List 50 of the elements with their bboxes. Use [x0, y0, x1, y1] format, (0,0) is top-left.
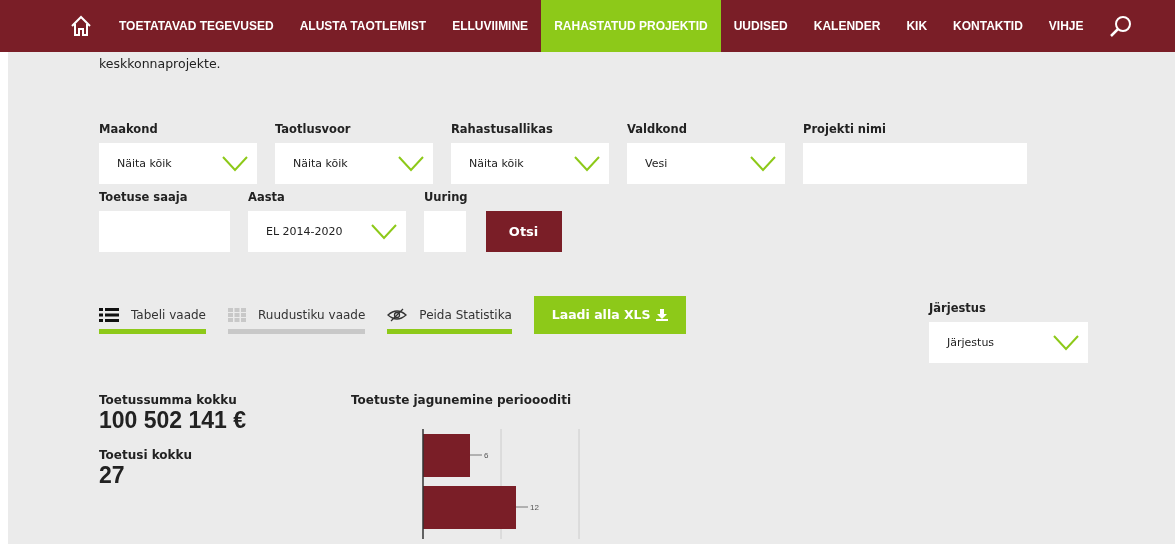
stat-label: Toetusi kokku: [99, 448, 194, 462]
stat-value: 100 502 141 €: [99, 407, 248, 434]
nav-item[interactable]: KALENDER: [800, 0, 894, 52]
chevron-down-icon: [574, 155, 600, 172]
field-label: Järjestus: [929, 301, 987, 315]
field-label: Rahastusallikas: [451, 122, 554, 136]
search-icon[interactable]: [1108, 14, 1133, 38]
leader-line: [515, 506, 529, 508]
field-label: Projekti nimi: [803, 122, 887, 136]
chevron-down-icon: [750, 155, 776, 172]
leader-line: [469, 454, 483, 456]
stat-label: Toetussumma kokku: [99, 393, 238, 407]
nav-item[interactable]: UUDISED: [720, 0, 801, 52]
view-tab[interactable]: Ruudustiku vaade: [228, 300, 366, 334]
select-field[interactable]: Näita kõik: [275, 143, 433, 184]
field-label: Maakond: [99, 122, 159, 136]
download-icon: [655, 308, 668, 321]
chevron-down-icon: [371, 223, 397, 240]
chevron-down-icon: [398, 155, 424, 172]
grid-icon: [228, 308, 246, 322]
view-tab[interactable]: Tabeli vaade: [99, 300, 206, 334]
intro-text: keskkonnaprojekte.: [99, 55, 222, 73]
nav-item[interactable]: KIK: [893, 0, 941, 52]
search-button[interactable]: Otsi: [485, 211, 562, 252]
chevron-down-icon: [222, 155, 248, 172]
hidden-eye-icon: [387, 308, 408, 322]
nav-item[interactable]: VIHJE: [1035, 0, 1097, 52]
select-field[interactable]: Näita kõik: [451, 143, 609, 184]
nav-item[interactable]: ELLUVIIMINE: [439, 0, 542, 52]
chart-bar: [423, 434, 470, 477]
select-field[interactable]: Näita kõik: [99, 143, 257, 184]
data-label: 6: [484, 451, 489, 460]
home-icon[interactable]: [70, 15, 92, 37]
data-label: 12: [530, 503, 539, 512]
nav-item[interactable]: TOETATAVAD TEGEVUSED: [106, 0, 287, 52]
nav-item[interactable]: KONTAKTID: [940, 0, 1036, 52]
field-label: Uuring: [424, 190, 468, 204]
field-label: Valdkond: [627, 122, 688, 136]
field-label: Taotlusvoor: [275, 122, 352, 136]
stat-value: 27: [99, 462, 126, 489]
sort-select[interactable]: Järjestus: [929, 322, 1088, 363]
nav-item[interactable]: ALUSTA TAOTLEMIST: [286, 0, 440, 52]
chart-title: Toetuste jagunemine perioooditi: [351, 393, 572, 407]
stats-toggle[interactable]: Peida Statistika: [387, 300, 512, 334]
list-icon: [99, 308, 119, 322]
select-field[interactable]: EL 2014-2020: [248, 211, 406, 252]
chevron-down-icon: [1053, 334, 1079, 351]
field-label: Aasta: [248, 190, 286, 204]
select-field[interactable]: Vesi: [627, 143, 785, 184]
field-label: Toetuse saaja: [99, 190, 189, 204]
